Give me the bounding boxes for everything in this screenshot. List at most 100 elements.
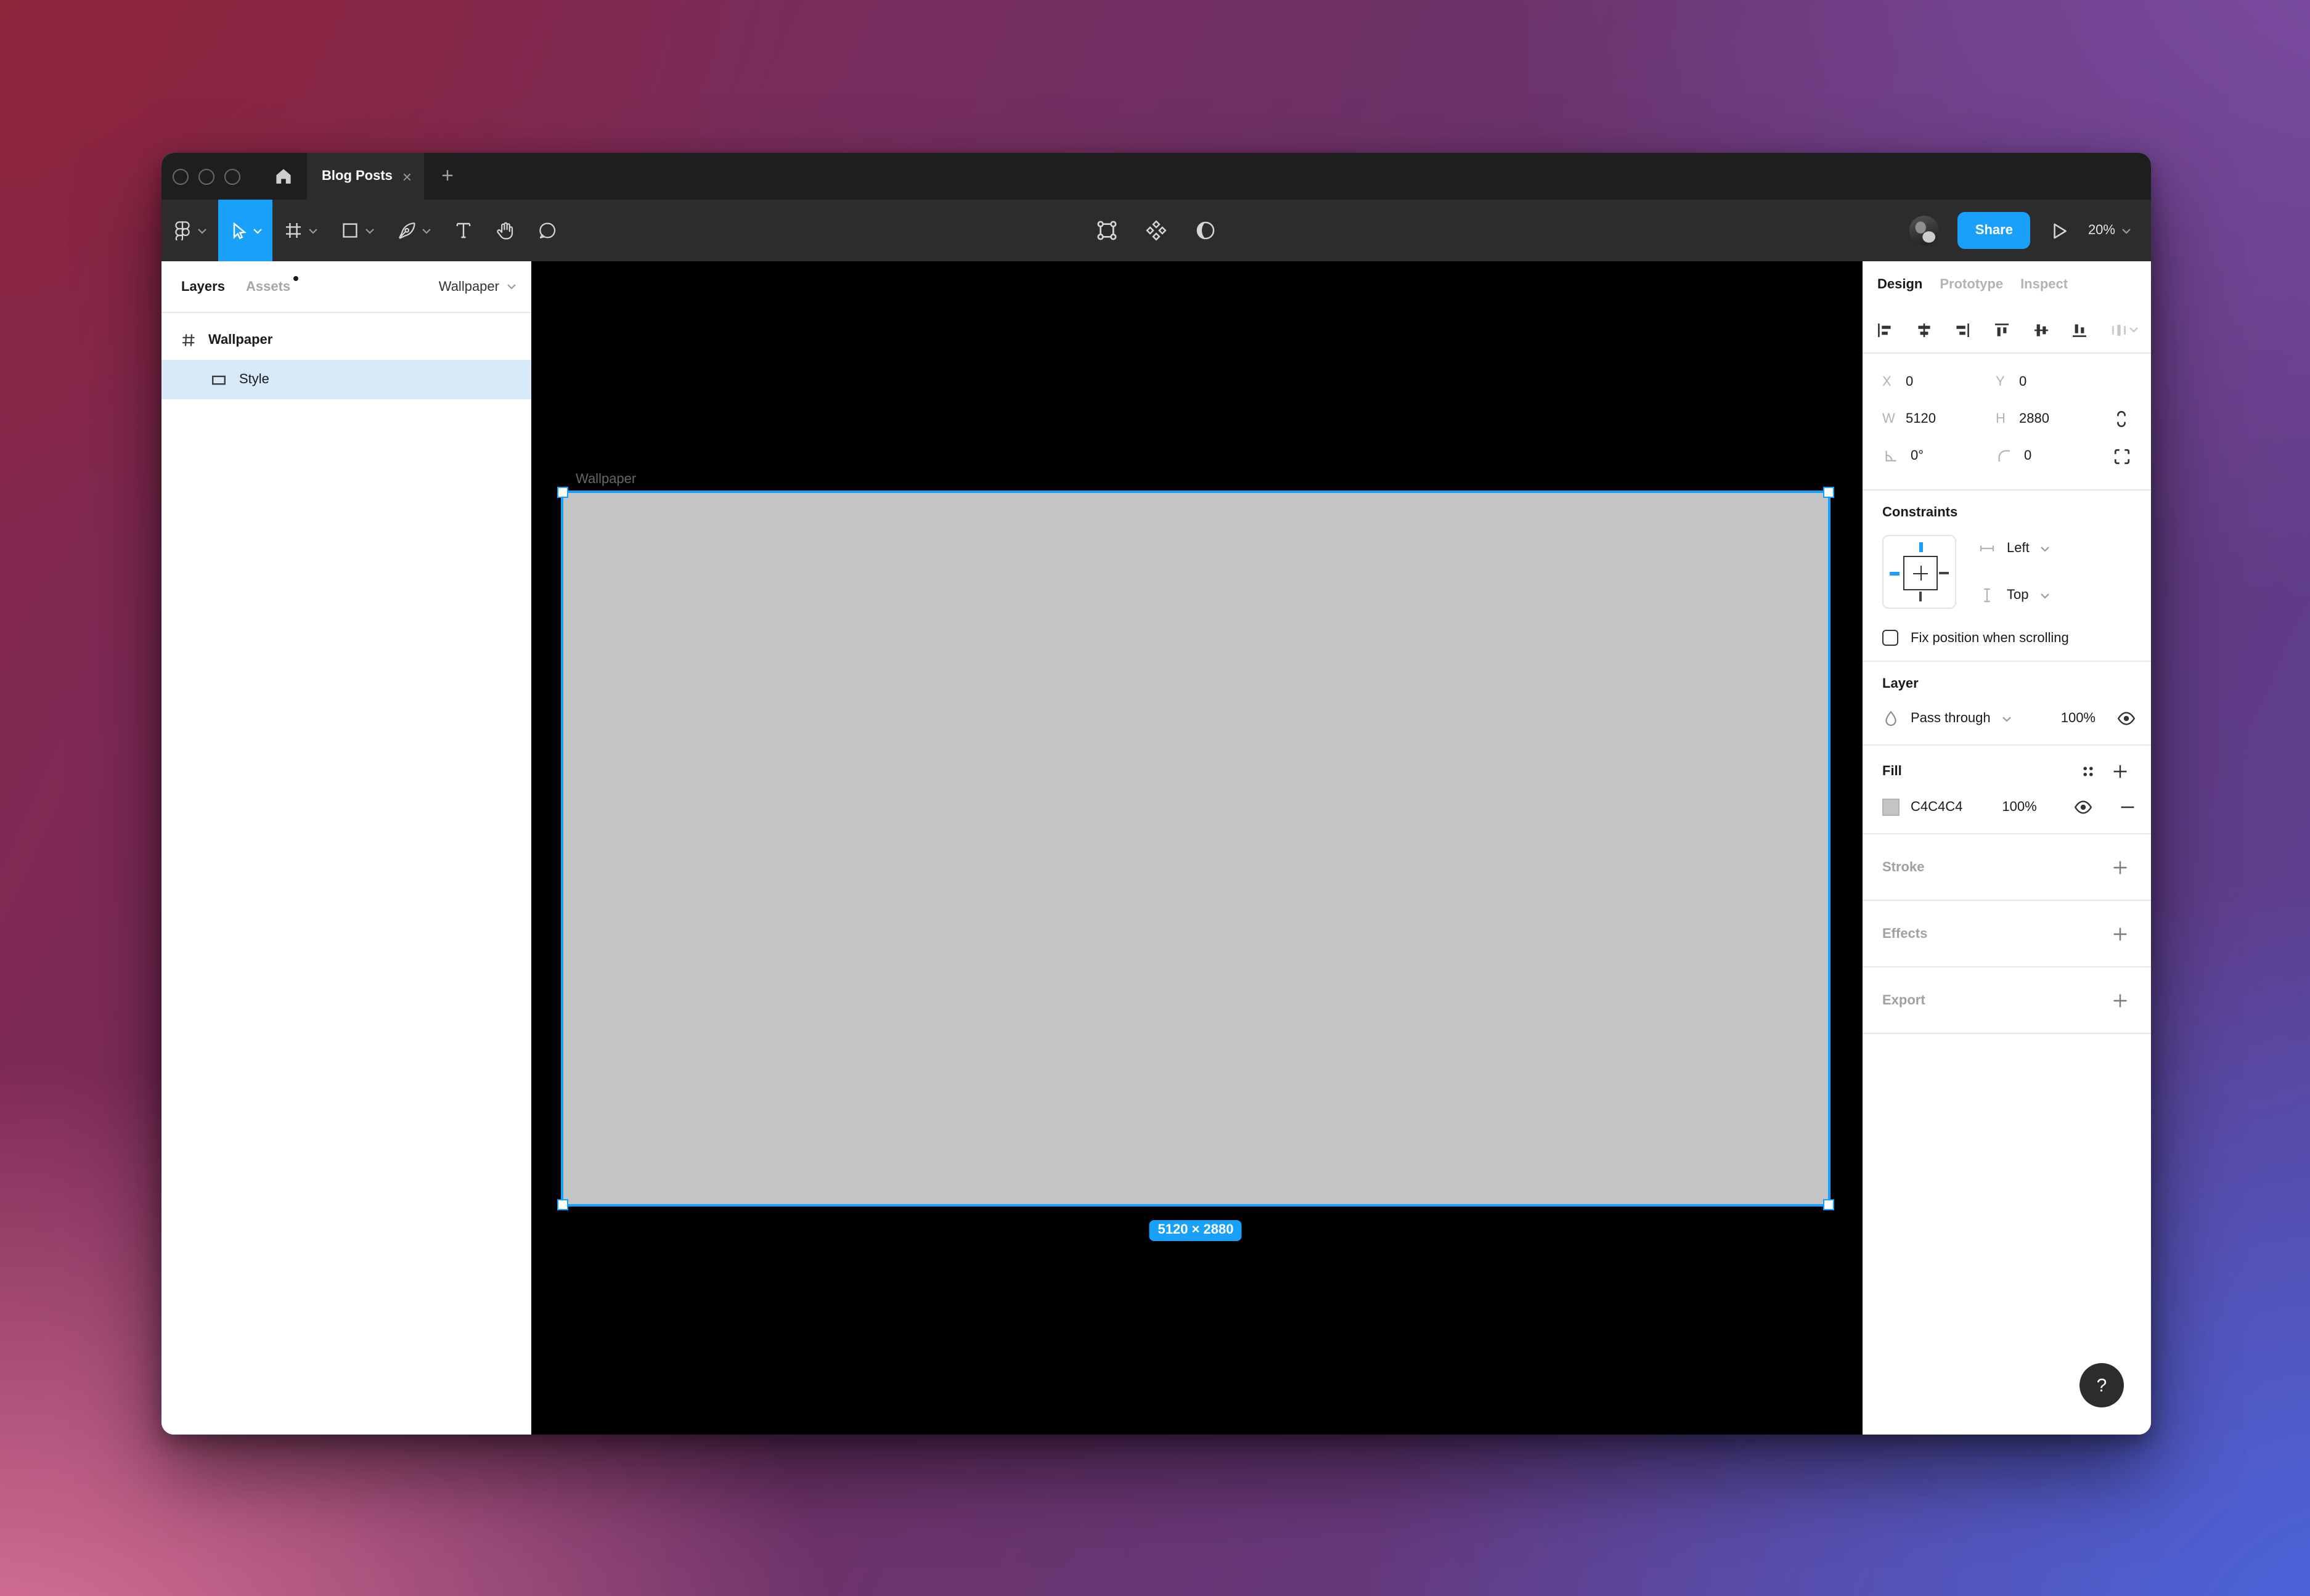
shape-tool-button[interactable] — [329, 200, 386, 261]
chevron-down-icon[interactable] — [308, 227, 318, 234]
add-fill-icon[interactable] — [2104, 763, 2136, 780]
fill-visibility-icon[interactable] — [2073, 797, 2093, 817]
fill-opacity-field[interactable]: 100% — [2002, 800, 2036, 815]
vertical-constraint-select[interactable]: Top — [1978, 587, 2051, 604]
edit-object-icon[interactable] — [1096, 219, 1118, 242]
present-icon[interactable] — [2049, 220, 2070, 241]
fill-color-swatch[interactable] — [1882, 799, 1900, 816]
desktop: Blog Posts × + — [0, 0, 2310, 1596]
selection-handle-top-left[interactable] — [557, 487, 568, 498]
share-button[interactable]: Share — [1958, 212, 2030, 249]
add-export-icon[interactable] — [2104, 991, 2136, 1009]
fill-section: Fill C4C4C4 100% — [1863, 746, 2151, 833]
align-vertical-center-icon[interactable] — [2032, 321, 2049, 338]
tab-assets[interactable]: Assets — [246, 279, 290, 294]
tab-inspect[interactable]: Inspect — [2020, 277, 2068, 291]
home-button[interactable] — [260, 153, 307, 200]
canvas-frame-label[interactable]: Wallpaper — [576, 472, 636, 487]
question-mark-icon: ? — [2097, 1375, 2107, 1396]
effects-section: Effects — [1863, 901, 2151, 966]
chevron-down-icon[interactable] — [253, 227, 263, 234]
x-position-field[interactable]: X 0 — [1882, 375, 1996, 389]
zoom-control[interactable]: 20% — [2088, 223, 2131, 238]
chevron-down-icon[interactable] — [422, 227, 431, 234]
selection-handle-top-right[interactable] — [1823, 487, 1834, 498]
component-icon[interactable] — [1145, 219, 1167, 242]
add-effect-icon[interactable] — [2104, 925, 2136, 942]
frame-icon — [284, 221, 303, 240]
fix-position-label: Fix position when scrolling — [1911, 630, 2069, 645]
independent-corners-icon[interactable] — [2113, 447, 2131, 465]
pen-tool-button[interactable] — [386, 200, 443, 261]
chevron-down-icon — [2121, 227, 2131, 234]
align-bottom-icon[interactable] — [2071, 321, 2089, 338]
window-minimize-button[interactable] — [198, 168, 214, 184]
align-left-icon[interactable] — [1876, 321, 1893, 338]
align-right-icon[interactable] — [1954, 321, 1972, 338]
y-position-field[interactable]: Y 0 — [1996, 375, 2109, 389]
align-horizontal-center-icon[interactable] — [1915, 321, 1932, 338]
new-tab-button[interactable]: + — [424, 153, 471, 200]
tab-layers[interactable]: Layers — [181, 279, 225, 294]
constraints-title: Constraints — [1882, 505, 2136, 520]
height-field[interactable]: H 2880 — [1996, 412, 2109, 426]
text-icon — [454, 221, 473, 240]
align-top-icon[interactable] — [1993, 321, 2010, 338]
position-section: X 0 Y 0 W 5120 H — [1863, 354, 2151, 489]
remove-fill-icon[interactable] — [2104, 799, 2136, 816]
horizontal-constraint-select[interactable]: Left — [1978, 540, 2051, 557]
rotation-field[interactable]: 0° — [1882, 447, 1996, 465]
file-tab[interactable]: Blog Posts × — [307, 153, 424, 200]
fill-row: C4C4C4 100% — [1882, 796, 2136, 818]
selection-size-badge: 5120 × 2880 — [1149, 1220, 1243, 1241]
layer-visibility-icon[interactable] — [2107, 709, 2136, 728]
avatar[interactable] — [1910, 216, 1940, 245]
figma-window: Blog Posts × + — [161, 153, 2151, 1435]
tab-prototype[interactable]: Prototype — [1940, 277, 2003, 291]
window-zoom-button[interactable] — [224, 168, 240, 184]
rectangle-layer-icon — [211, 372, 227, 388]
layer-row-frame[interactable]: Wallpaper — [161, 320, 531, 360]
width-field[interactable]: W 5120 — [1882, 412, 1996, 426]
text-tool-button[interactable] — [443, 200, 484, 261]
chevron-down-icon — [2040, 592, 2050, 598]
corner-radius-icon — [1996, 447, 2013, 465]
page-selector[interactable]: Wallpaper — [439, 279, 516, 294]
hand-tool-button[interactable] — [484, 200, 526, 261]
frame-row-name: Wallpaper — [208, 333, 272, 348]
selected-frame[interactable] — [563, 493, 1828, 1204]
corner-radius-field[interactable]: 0 — [1996, 447, 2109, 465]
blend-mode-select[interactable]: Pass through — [1911, 711, 1991, 726]
move-tool-button[interactable] — [218, 200, 272, 261]
fix-position-checkbox[interactable] — [1882, 630, 1898, 646]
selection-handle-bottom-left[interactable] — [557, 1199, 568, 1210]
toolbar: Share 20% — [161, 200, 2151, 261]
hand-icon — [496, 221, 515, 240]
selection-handle-bottom-right[interactable] — [1823, 1199, 1834, 1210]
pen-icon — [397, 221, 417, 240]
titlebar: Blog Posts × + — [161, 153, 2151, 200]
main-menu-button[interactable] — [161, 200, 218, 261]
layer-opacity-field[interactable]: 100% — [2061, 711, 2096, 726]
chevron-down-icon[interactable] — [365, 227, 375, 234]
canvas[interactable]: Wallpaper 5120 × 2880 — [531, 261, 1863, 1435]
help-button[interactable]: ? — [2079, 1363, 2124, 1407]
fill-styles-icon[interactable] — [2072, 763, 2104, 780]
layer-row-name: Style — [239, 372, 269, 387]
tab-close-icon[interactable]: × — [402, 168, 412, 184]
constrain-proportions-icon[interactable] — [2112, 409, 2131, 429]
constraints-widget[interactable] — [1882, 535, 1956, 609]
fill-hex-field[interactable]: C4C4C4 — [1911, 800, 1962, 815]
divider — [1863, 1033, 2151, 1034]
tab-design[interactable]: Design — [1877, 277, 1922, 291]
layer-row-selected[interactable]: Style — [161, 360, 531, 399]
add-stroke-icon[interactable] — [2104, 858, 2136, 876]
tidy-up-icon[interactable] — [2110, 321, 2139, 338]
window-close-button[interactable] — [173, 168, 189, 184]
comment-tool-button[interactable] — [526, 200, 568, 261]
inspector-panel: Design Prototype Inspect — [1863, 261, 2151, 1435]
mask-icon[interactable] — [1194, 219, 1217, 242]
constraints-section: Constraints Left — [1863, 491, 2151, 661]
vertical-constraint-icon — [1978, 587, 1996, 604]
frame-tool-button[interactable] — [272, 200, 329, 261]
